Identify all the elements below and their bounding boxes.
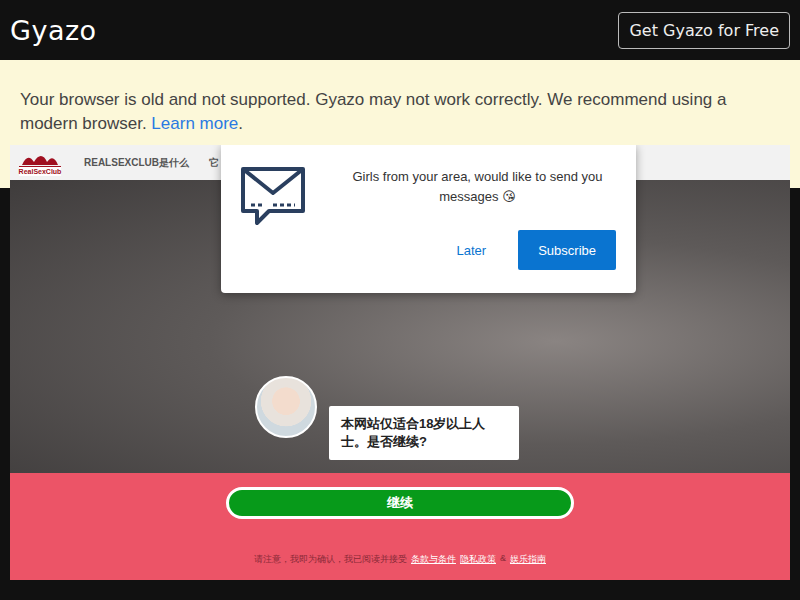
avatar [255,376,317,438]
gyazo-page: GyazoGet Gyazo for FreeYour browser is o… [0,0,800,600]
continue-button[interactable]: 继续 [226,487,574,519]
site-logo[interactable]: RealSexClub [16,150,64,176]
envelope-icon [239,165,307,229]
nav-item[interactable]: 它 [209,156,219,170]
top-bar: Gyazo Get Gyazo for Free [0,0,800,60]
notification-popup: Girls from your area, would like to send… [221,145,636,293]
legal-link[interactable]: 条款与条件 [411,553,456,566]
legal-link[interactable]: 娱乐指南 [510,553,546,566]
site-logo-text: RealSexClub [19,166,62,176]
learn-more-link[interactable]: Learn more [151,114,238,133]
legal-text: 请注意，我即为确认，我已阅读并接受条款与条件隐私政策&娱乐指南 [254,553,546,566]
later-button[interactable]: Later [443,230,501,270]
chat-bubble: 本网站仅适合18岁以上人士。是否继续? [329,406,519,460]
legal-link[interactable]: 隐私政策 [460,553,496,566]
gyazo-logo[interactable]: Gyazo [10,15,97,46]
notification-buttons: Later Subscribe [339,230,616,270]
site-logo-icon [20,150,60,166]
get-gyazo-button[interactable]: Get Gyazo for Free [618,12,790,49]
notification-message: Girls from your area, would like to send… [339,165,616,207]
consent-strip: 继续请注意，我即为确认，我已阅读并接受条款与条件隐私政策&娱乐指南 [10,473,790,580]
subscribe-button[interactable]: Subscribe [518,230,616,270]
chat-row: 本网站仅适合18岁以上人士。是否继续? [255,376,790,460]
screenshot: RealSexClub REALSEXCLUB是什么 它本网站仅适合18岁以上人士。… [10,145,790,580]
nav-item[interactable]: REALSEXCLUB是什么 [84,156,189,170]
